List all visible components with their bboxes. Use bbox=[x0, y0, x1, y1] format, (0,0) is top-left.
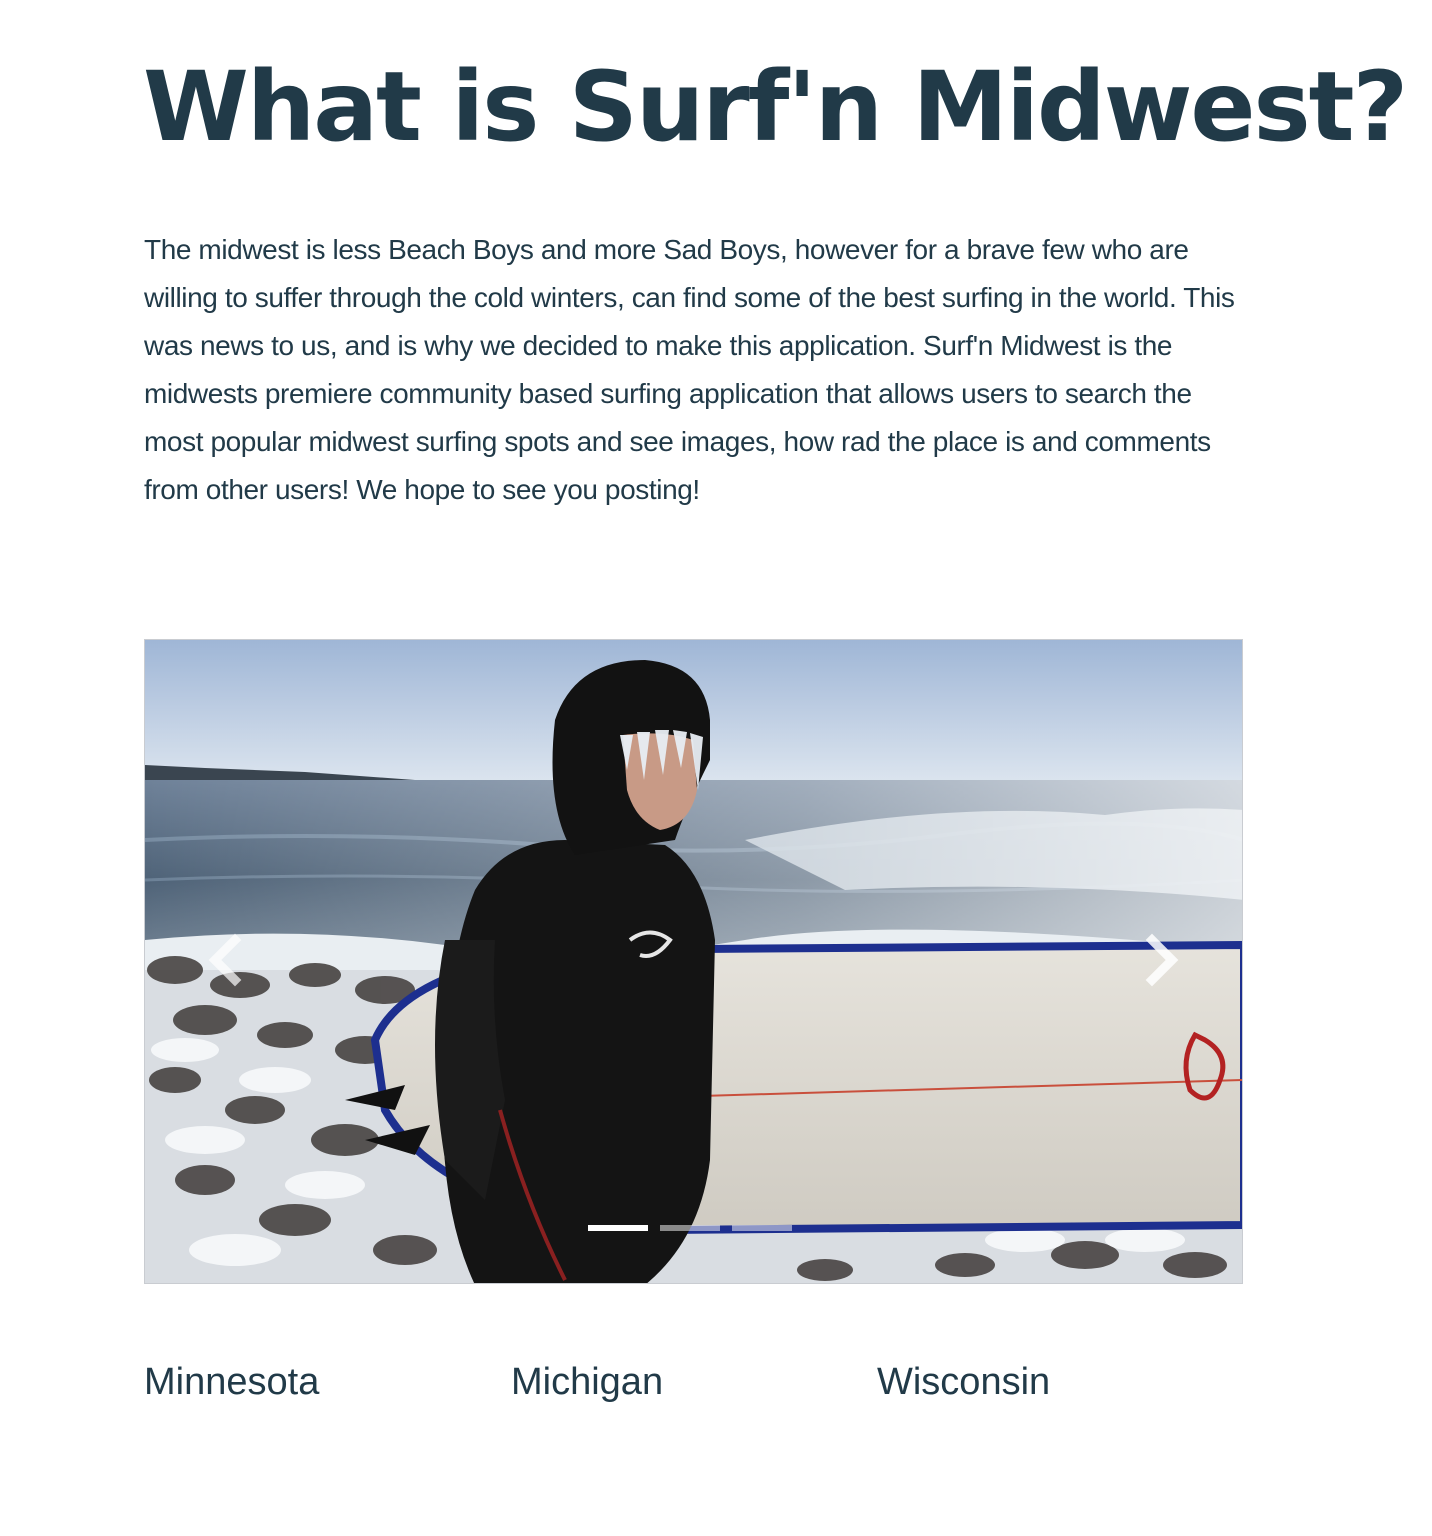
page-title: What is Surf'n Midwest? bbox=[143, 51, 1408, 163]
carousel-next-button[interactable] bbox=[1127, 930, 1197, 990]
carousel-indicator-3[interactable] bbox=[731, 1225, 792, 1231]
carousel-prev-button[interactable] bbox=[190, 930, 260, 990]
carousel-slide-image bbox=[145, 640, 1242, 1283]
state-link-minnesota[interactable]: Minnesota bbox=[144, 1354, 319, 1410]
carousel-indicators bbox=[145, 1225, 1242, 1231]
chevron-left-icon bbox=[208, 933, 242, 987]
carousel-indicator-1[interactable] bbox=[587, 1225, 648, 1231]
state-link-wisconsin[interactable]: Wisconsin bbox=[877, 1354, 1050, 1410]
carousel-indicator-2[interactable] bbox=[659, 1225, 720, 1231]
state-links: Minnesota Michigan Wisconsin bbox=[144, 1354, 1244, 1414]
state-link-michigan[interactable]: Michigan bbox=[511, 1354, 663, 1410]
image-carousel[interactable] bbox=[144, 639, 1243, 1284]
chevron-right-icon bbox=[1145, 933, 1179, 987]
intro-paragraph: The midwest is less Beach Boys and more … bbox=[144, 234, 1235, 505]
